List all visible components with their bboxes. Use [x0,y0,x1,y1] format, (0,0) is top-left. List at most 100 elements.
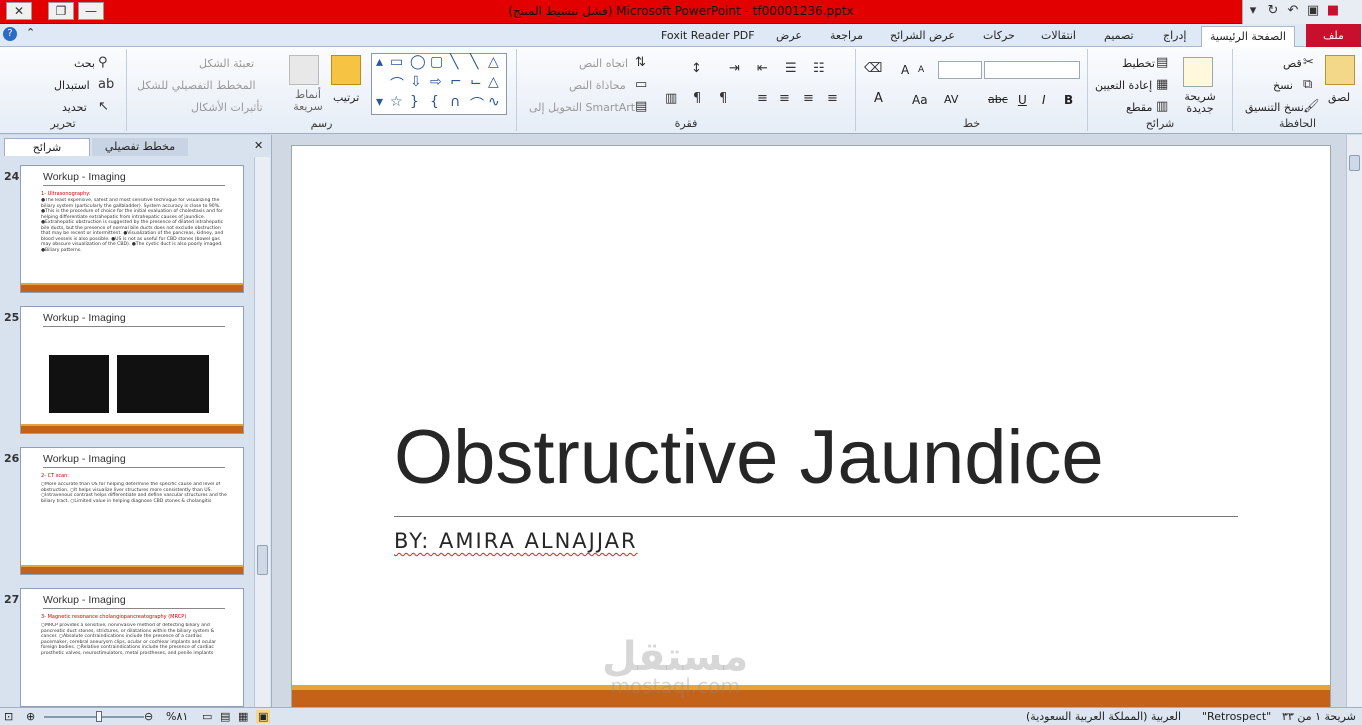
shape-more-icon[interactable]: ▾ [376,94,383,110]
section-button[interactable]: مقطع [1126,101,1152,114]
slideshow-view-icon[interactable]: ▭ [202,710,212,723]
font-size-combo[interactable] [938,61,982,79]
layout-button[interactable]: تخطيط [1122,57,1155,70]
grow-font-button[interactable]: A [901,63,909,77]
align-center-icon[interactable]: ≡ [803,91,814,106]
editor-scrollbar[interactable] [1346,135,1362,707]
outdent-icon[interactable]: ⇤ [757,61,768,76]
align-left-icon[interactable]: ≡ [779,91,790,106]
brace-shape-icon[interactable]: } [410,94,419,110]
tab-view[interactable]: عرض [768,26,810,47]
panel-scroll-thumb[interactable] [257,545,268,575]
slide-thumbnail-25[interactable]: Workup - Imaging [20,306,244,434]
tab-insert[interactable]: إدراج [1155,26,1194,47]
panel-close-icon[interactable]: ✕ [254,139,263,152]
quick-styles-icon[interactable] [289,55,319,85]
arrange-button[interactable]: ترتيب [333,91,359,104]
char-spacing-button[interactable]: AV [944,93,958,106]
font-name-combo[interactable] [984,61,1080,79]
line-spacing-icon[interactable]: ↕ [691,61,702,76]
down-arrow-shape-icon[interactable]: ⇩ [410,74,422,90]
format-painter-button[interactable]: نسخ التنسيق [1245,101,1304,114]
arc-shape-icon[interactable]: ⌒ [390,74,404,94]
triangle2-shape-icon[interactable]: △ [488,74,499,90]
minimize-ribbon-icon[interactable]: ⌃ [26,26,35,39]
zoom-out-icon[interactable]: ⊖ [144,710,153,723]
shape-effects-button[interactable]: تأثيرات الأشكال [191,101,263,114]
tab-review[interactable]: مراجعة [822,26,871,47]
font-color-icon[interactable]: A [874,91,883,106]
undo-icon[interactable]: ↶ [1283,0,1303,22]
slide-thumbnail-26[interactable]: Workup - Imaging 2- CT scan: ○More accur… [20,447,244,575]
connector-shape-icon[interactable]: ⌐ [450,74,462,90]
convert-smartart-button[interactable]: التحويل إلى SmartArt [529,101,635,114]
zoom-level[interactable]: %٨١ [166,710,188,723]
ltr-icon[interactable]: ¶ [693,91,701,106]
shape-scroll-icon[interactable]: ▴ [376,54,383,70]
help-icon[interactable]: ? [3,27,17,41]
change-case-button[interactable]: Aa [912,93,928,107]
find-button[interactable]: بحث [74,57,95,70]
sorter-view-icon[interactable]: ▦ [238,710,248,723]
freeform-shape-icon[interactable]: ∿ [488,94,500,110]
redo-icon[interactable]: ↻ [1263,0,1283,22]
restore-window-button[interactable]: ❐ [48,2,74,20]
arrange-icon[interactable] [331,55,361,85]
tab-slides[interactable]: شرائح [4,138,90,156]
justify-icon[interactable]: ≡ [757,91,768,106]
paste-icon[interactable] [1325,55,1355,85]
text-direction-button[interactable]: اتجاه النص [579,57,628,70]
bullets-icon[interactable]: ☷ [813,61,825,76]
minimize-window-button[interactable]: — [78,2,104,20]
shapes-gallery[interactable]: ▴ ▭ ◯ ▢ ╲ ╲ △ ⌒ ⇩ ⇨ ⌐ ⌙ △ ▾ ☆ } { ∩ ⌒ ∿ [371,53,507,115]
shape-fill-button[interactable]: تعبئة الشكل [199,57,254,70]
slide-thumbnail-27[interactable]: Workup - Imaging 3- Magnetic resonance c… [20,588,244,707]
current-slide[interactable]: Obstructive Jaundice BY: AMIRA ALNAJJAR … [291,145,1331,711]
save-icon[interactable]: ▣ [1303,0,1323,22]
rectangle-shape-icon[interactable]: ▭ [390,54,403,70]
rtl-icon[interactable]: ¶ [719,91,727,106]
cut-button[interactable]: قص [1283,57,1302,70]
italic-button[interactable]: I [1042,93,1046,107]
fit-window-icon[interactable]: ⊡ [4,710,13,723]
tab-outline[interactable]: مخطط تفصيلي [92,138,188,156]
oval-shape-icon[interactable]: ◯ [410,54,426,70]
new-slide-button[interactable]: شريحة جديدة [1180,91,1220,115]
curve-shape-icon[interactable]: ∩ [450,94,460,110]
align-right-icon[interactable]: ≡ [827,91,838,106]
columns-icon[interactable]: ▥ [665,91,677,106]
star-shape-icon[interactable]: ☆ [390,94,403,110]
shape-outline-button[interactable]: المخطط التفصيلي للشكل [137,79,256,92]
quick-styles-button[interactable]: أنماط سريعة [291,89,325,113]
tab-animations[interactable]: حركات [975,26,1023,47]
replace-button[interactable]: استبدال [54,79,90,92]
select-button[interactable]: تحديد [62,101,87,114]
numbering-icon[interactable]: ☰ [785,61,797,76]
tab-file[interactable]: ملف [1306,24,1361,47]
close-window-button[interactable]: ✕ [6,2,32,20]
brace-left-shape-icon[interactable]: { [430,94,439,110]
paste-button[interactable]: لصق [1328,91,1350,104]
copy-button[interactable]: نسخ [1273,79,1293,92]
shrink-font-button[interactable]: A [918,65,924,75]
align-text-button[interactable]: محاذاة النص [569,79,626,92]
slide-title[interactable]: Obstructive Jaundice [394,414,1104,501]
line-shape-icon[interactable]: ╲ [450,54,458,70]
slide-thumbnail-24[interactable]: Workup - Imaging 1- Ultrasonography: ●Th… [20,165,244,293]
zoom-in-icon[interactable]: ⊕ [26,710,35,723]
indent-icon[interactable]: ⇥ [729,61,740,76]
zoom-slider-thumb[interactable] [96,711,102,722]
strikethrough-button[interactable]: abc [988,93,1008,106]
bold-button[interactable]: B [1064,93,1073,107]
elbow-shape-icon[interactable]: ⌙ [470,74,482,90]
clear-format-icon[interactable]: ⌫ [864,61,882,76]
slide-subtitle[interactable]: BY: AMIRA ALNAJJAR [394,529,638,553]
triangle-shape-icon[interactable]: △ [488,54,499,70]
tab-design[interactable]: تصميم [1096,26,1142,47]
panel-scrollbar[interactable] [254,157,270,707]
reading-view-icon[interactable]: ▤ [220,710,230,723]
diagonal-shape-icon[interactable]: ╲ [470,54,478,70]
zoom-slider[interactable] [44,716,144,718]
tab-transitions[interactable]: انتقالات [1033,26,1084,47]
tab-slideshow[interactable]: عرض الشرائح [882,26,963,47]
